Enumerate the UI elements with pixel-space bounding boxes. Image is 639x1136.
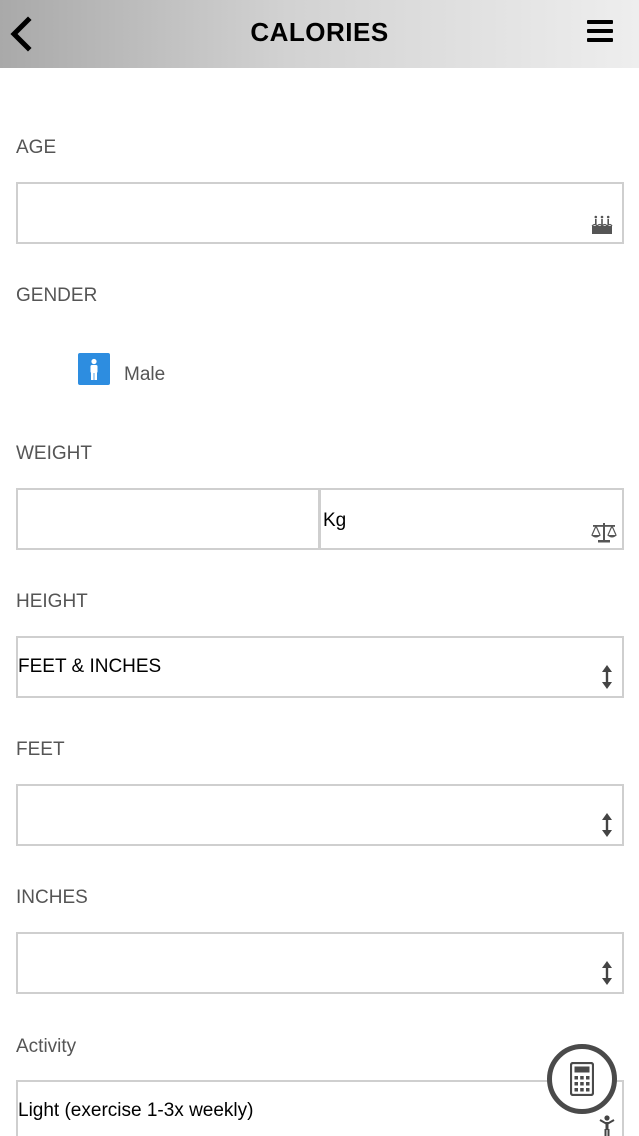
height-unit-select[interactable]: FEET & INCHES [16,636,624,698]
feet-select[interactable] [16,784,624,846]
header-bar: CALORIES [0,0,639,68]
activity-select[interactable]: Light (exercise 1-3x weekly) [16,1080,624,1136]
up-down-arrows-icon [602,665,612,689]
hamburger-menu-icon [587,20,613,24]
inches-label: INCHES [16,887,88,908]
page-title: CALORIES [250,17,389,47]
age-label: AGE [16,137,57,158]
gender-option-male[interactable]: Male [78,353,238,389]
gender-label: GENDER [16,285,98,306]
calculator-icon [570,1062,594,1096]
activity-value: Light (exercise 1-3x weekly) [18,1100,254,1121]
person-activity-icon [599,1115,615,1136]
scale-icon [591,523,617,543]
up-down-arrows-icon [602,961,612,985]
gender-option-label: Male [124,364,166,385]
weight-unit-value: Kg [323,510,347,531]
menu-button[interactable] [587,20,613,46]
age-input[interactable] [16,182,624,244]
height-unit-value: FEET & INCHES [18,656,162,677]
calculate-button[interactable] [547,1044,617,1114]
height-label: HEIGHT [16,591,88,612]
gender-checkbox[interactable] [78,353,110,385]
weight-label: WEIGHT [16,443,92,464]
male-person-icon [90,358,98,380]
feet-label: FEET [16,739,65,760]
weight-input[interactable] [16,488,320,550]
activity-label: Activity [16,1036,77,1057]
calories-screen: CALORIES AGE GENDER Male WEIGHT Kg HEIGH… [0,0,639,1136]
birthday-cake-icon [591,215,613,234]
weight-unit-select[interactable]: Kg [319,488,624,550]
up-down-arrows-icon [602,813,612,837]
inches-select[interactable] [16,932,624,994]
